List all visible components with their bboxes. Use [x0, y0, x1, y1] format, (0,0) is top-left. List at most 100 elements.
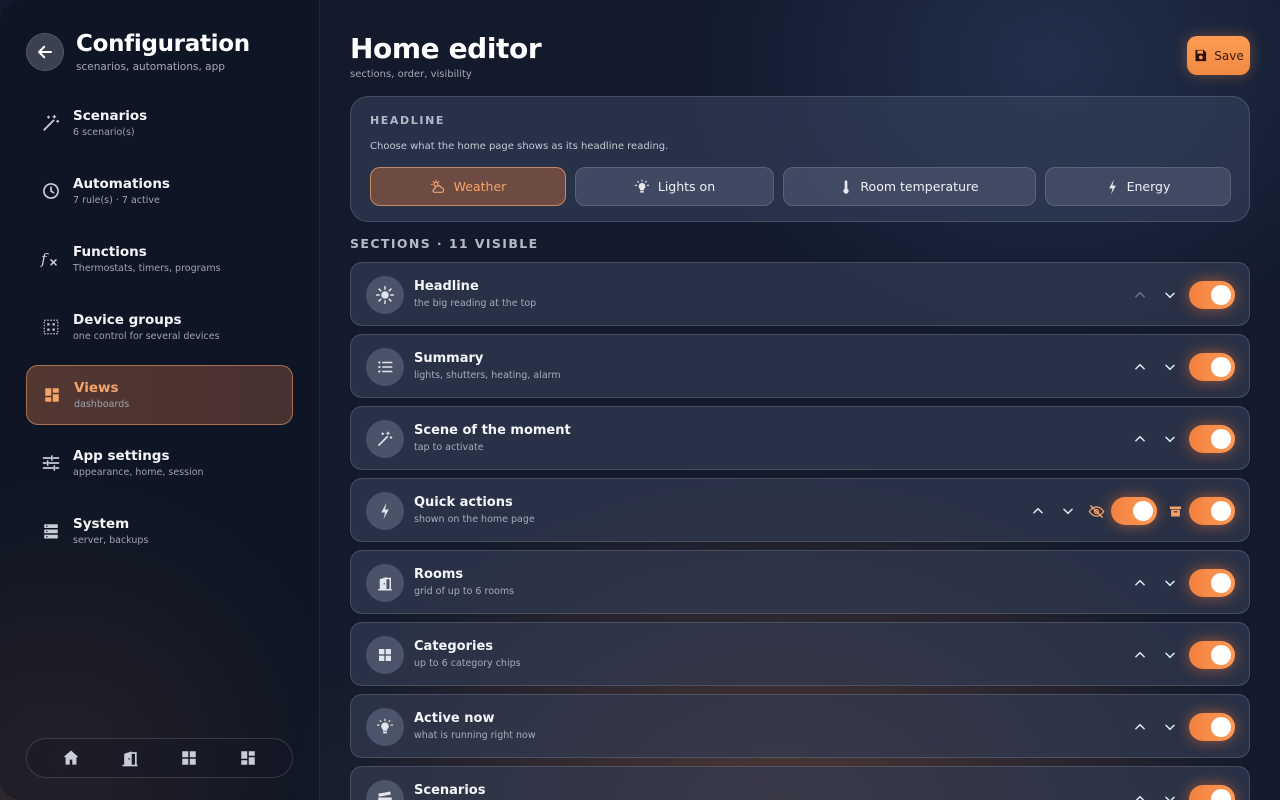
sidebar-item-views[interactable]: Views dashboards [26, 365, 293, 425]
headline-option-label: Energy [1126, 179, 1171, 194]
chevron-up-icon[interactable] [1129, 571, 1151, 595]
section-subtitle: shown on the home page [414, 514, 535, 525]
section-subtitle: tap to activate [414, 442, 484, 453]
archive-icon [1164, 499, 1186, 523]
headline-option-label: Lights on [657, 179, 716, 194]
headline-option-label: Weather [453, 179, 507, 194]
chevron-up-icon[interactable] [1129, 355, 1151, 379]
sidebar-item-app-settings[interactable]: App settings appearance, home, session [26, 433, 293, 493]
bolt-icon [366, 492, 404, 530]
sidebar-nav: Scenarios 6 scenario(s) Automations 7 ru… [26, 93, 293, 569]
chevron-up-icon[interactable] [1129, 283, 1151, 307]
chevron-up-icon[interactable] [1129, 715, 1151, 739]
magic-wand-icon [40, 112, 62, 134]
bulb-icon [366, 708, 404, 746]
section-visibility-toggle[interactable] [1189, 713, 1235, 741]
function-icon: f [40, 248, 62, 270]
sidebar-item-sub: 6 scenario(s) [73, 127, 135, 138]
section-visibility-toggle[interactable] [1189, 353, 1235, 381]
magic-wand-icon [366, 420, 404, 458]
chevron-down-icon[interactable] [1159, 787, 1181, 800]
section-row-quick-actions: Quick actions shown on the home page [350, 478, 1250, 542]
section-visibility-toggle[interactable] [1189, 785, 1235, 800]
section-visibility-toggle[interactable] [1189, 497, 1235, 525]
chevron-up-icon[interactable] [1129, 787, 1151, 800]
chevron-down-icon[interactable] [1159, 715, 1181, 739]
section-visibility-toggle[interactable] [1189, 281, 1235, 309]
chevron-down-icon[interactable] [1159, 643, 1181, 667]
sidebar-item-sub: 7 rule(s) · 7 active [73, 195, 160, 206]
sliders-icon [40, 452, 62, 474]
toggle-knob [1133, 501, 1153, 521]
server-icon [40, 520, 62, 542]
chevron-down-icon[interactable] [1057, 499, 1079, 523]
app-window: Configuration scenarios, automations, ap… [0, 0, 1280, 800]
sidebar-title: Configuration [76, 31, 250, 57]
section-title: Scenarios [414, 783, 486, 798]
sidebar-item-system[interactable]: System server, backups [26, 501, 293, 561]
dashboard-icon[interactable] [235, 745, 261, 771]
toggle-knob [1211, 357, 1231, 377]
sidebar-header: Configuration scenarios, automations, ap… [26, 30, 250, 73]
headline-option-weather[interactable]: Weather [370, 167, 566, 206]
section-row-summary: Summary lights, shutters, heating, alarm [350, 334, 1250, 398]
toggle-knob [1211, 573, 1231, 593]
toggle-knob [1211, 285, 1231, 305]
section-title: Active now [414, 711, 495, 726]
back-button[interactable] [26, 33, 64, 71]
section-title: Headline [414, 279, 479, 294]
sidebar-item-label: App settings [73, 448, 170, 464]
section-row-rooms: Rooms grid of up to 6 rooms [350, 550, 1250, 614]
home-icon[interactable] [58, 745, 84, 771]
sidebar-item-device-groups[interactable]: Device groups one control for several de… [26, 297, 293, 357]
chevron-up-icon[interactable] [1129, 643, 1151, 667]
headline-option-room-temperature[interactable]: Room temperature [783, 167, 1036, 206]
headline-card-title: HEADLINE [370, 114, 445, 127]
grid-icon [366, 636, 404, 674]
headline-option-energy[interactable]: Energy [1045, 167, 1231, 206]
grid-icon[interactable] [176, 745, 202, 771]
section-title: Categories [414, 639, 494, 654]
door-icon[interactable] [117, 745, 143, 771]
sidebar-item-automations[interactable]: Automations 7 rule(s) · 7 active [26, 161, 293, 221]
chevron-down-icon[interactable] [1159, 571, 1181, 595]
sidebar-item-sub: server, backups [73, 535, 149, 546]
thermometer-icon [843, 179, 850, 194]
chevron-up-icon[interactable] [1129, 427, 1151, 451]
section-visibility-toggle[interactable] [1189, 425, 1235, 453]
section-visibility-toggle[interactable] [1189, 569, 1235, 597]
sidebar-item-functions[interactable]: f Functions Thermostats, timers, program… [26, 229, 293, 289]
headline-option-label: Room temperature [860, 179, 979, 194]
sidebar-item-label: System [73, 516, 130, 532]
svg-text:f: f [40, 250, 49, 268]
sidebar-item-sub: one control for several devices [73, 331, 220, 342]
save-button[interactable]: Save [1187, 36, 1250, 75]
bolt-icon [1108, 179, 1116, 194]
weather-icon [430, 179, 444, 193]
dashboard-icon [41, 384, 63, 406]
section-row-scenarios: Scenarios [350, 766, 1250, 800]
chevron-down-icon[interactable] [1159, 355, 1181, 379]
sidebar-item-label: Views [74, 380, 119, 396]
sidebar-item-sub: Thermostats, timers, programs [73, 263, 221, 274]
headline-option-lights-on[interactable]: Lights on [575, 167, 774, 206]
sidebar-item-label: Automations [73, 176, 170, 192]
section-subtitle: lights, shutters, heating, alarm [414, 370, 561, 381]
section-subtitle: up to 6 category chips [414, 658, 521, 669]
sidebar-item-scenarios[interactable]: Scenarios 6 scenario(s) [26, 93, 293, 153]
chevron-down-icon[interactable] [1159, 427, 1181, 451]
sidebar-item-label: Scenarios [73, 108, 148, 124]
page-title: Home editor [350, 32, 542, 65]
section-title: Scene of the moment [414, 423, 571, 438]
sidebar-item-sub: dashboards [74, 399, 130, 410]
floppy-disk-icon [1195, 49, 1207, 62]
sections-title: SECTIONS · 11 VISIBLE [350, 236, 539, 251]
toggle-knob [1211, 645, 1231, 665]
chevron-up-icon[interactable] [1027, 499, 1049, 523]
sidebar-subtitle: scenarios, automations, app [76, 61, 225, 73]
section-visibility-toggle[interactable] [1189, 641, 1235, 669]
section-title: Summary [414, 351, 484, 366]
hide-on-home-toggle[interactable] [1111, 497, 1157, 525]
chevron-down-icon[interactable] [1159, 283, 1181, 307]
clapper-icon [366, 780, 404, 800]
